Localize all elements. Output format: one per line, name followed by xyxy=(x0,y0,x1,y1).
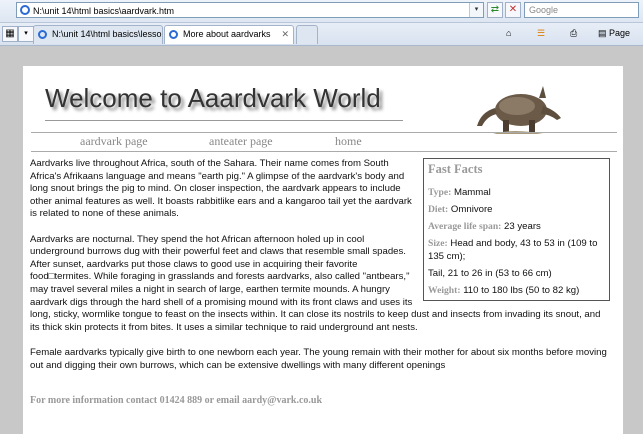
page-title: Welcome to Aaardvark World xyxy=(45,83,381,113)
tab-bar: ▦ ▾ N:\unit 14\html basics\lesson... Mor… xyxy=(0,23,643,46)
fact-key: Average life span: xyxy=(428,221,502,232)
quick-tabs-icon[interactable]: ▦ xyxy=(2,26,18,42)
stop-icon[interactable]: ✕ xyxy=(505,2,521,18)
fact-value: Tail, 21 to 26 in (53 to 66 cm) xyxy=(428,268,552,279)
address-text: N:\unit 14\html basics\aardvark.htm xyxy=(33,6,175,16)
fact-row: Diet: Omnivore xyxy=(428,203,605,216)
fact-key: Weight: xyxy=(428,285,461,296)
tab-list-icon[interactable]: ▾ xyxy=(18,26,34,42)
fact-value: 23 years xyxy=(504,221,541,232)
address-bar[interactable]: N:\unit 14\html basics\aardvark.htm ▾ xyxy=(16,2,484,18)
page-icon: ▤ xyxy=(598,28,610,38)
fact-row: Tail, 21 to 26 in (53 to 66 cm) xyxy=(428,267,605,280)
nav-home[interactable]: home xyxy=(335,134,362,149)
fact-row: Average life span: 23 years xyxy=(428,220,605,233)
print-icon[interactable]: ⎙ xyxy=(570,25,577,41)
fact-value: Omnivore xyxy=(450,204,493,215)
fact-value: 110 to 180 lbs (50 to 82 kg) xyxy=(463,285,580,296)
nav-top-rule xyxy=(31,132,617,133)
nav-bottom-rule xyxy=(31,151,617,152)
tab-more-about-aardvarks[interactable]: More about aardvarks ✕ xyxy=(164,25,294,44)
ie-tab-icon xyxy=(169,30,178,39)
fact-key: Diet: xyxy=(428,204,449,215)
aardvark-image xyxy=(477,86,561,134)
page-viewport: Welcome to Aaardvark World aardvark page… xyxy=(0,46,643,434)
ie-page-icon xyxy=(20,5,30,15)
fast-facts-box: Fast Facts Type: Mammal Diet: Omnivore A… xyxy=(423,158,610,301)
title-underline xyxy=(45,120,403,121)
tab-label: More about aardvarks xyxy=(183,29,271,39)
fact-row: Size: Head and body, 43 to 53 in (109 to… xyxy=(428,237,605,263)
home-icon[interactable]: ⌂ xyxy=(506,25,511,41)
fact-value: Head and body, 43 to 53 in (109 to 135 c… xyxy=(428,238,598,262)
tab-lesson[interactable]: N:\unit 14\html basics\lesson... xyxy=(33,25,163,44)
fact-value: Mammal xyxy=(453,187,491,198)
fact-key: Size: xyxy=(428,238,448,249)
feeds-icon[interactable]: ☰ xyxy=(537,25,545,41)
main-content: Fast Facts Type: Mammal Diet: Omnivore A… xyxy=(30,158,610,385)
search-input[interactable]: Google xyxy=(524,2,639,18)
page-menu[interactable]: ▤ Page xyxy=(598,25,630,41)
nav-anteater-page[interactable]: anteater page xyxy=(209,134,273,149)
tab-label: N:\unit 14\html basics\lesson... xyxy=(52,29,163,39)
contact-footer: For more information contact 01424 889 o… xyxy=(30,395,323,406)
new-tab-button[interactable] xyxy=(296,25,318,44)
fast-facts-heading: Fast Facts xyxy=(428,162,483,176)
page-menu-label: Page xyxy=(609,28,631,38)
refresh-icon[interactable]: ⇄ xyxy=(487,2,503,18)
fact-key: Type: xyxy=(428,187,452,198)
browser-toolbar: N:\unit 14\html basics\aardvark.htm ▾ ⇄ … xyxy=(0,0,643,23)
paragraph-breeding: Female aardvarks typically give birth to… xyxy=(30,346,607,371)
close-tab-icon[interactable]: ✕ xyxy=(281,26,289,43)
fact-row: Weight: 110 to 180 lbs (50 to 82 kg) xyxy=(428,284,605,297)
ie-tab-icon xyxy=(38,30,47,39)
nav-aardvark-page[interactable]: aardvark page xyxy=(80,134,148,149)
fact-row: Type: Mammal xyxy=(428,186,605,199)
address-dropdown-icon[interactable]: ▾ xyxy=(469,3,483,17)
page-body: Welcome to Aaardvark World aardvark page… xyxy=(23,66,623,434)
